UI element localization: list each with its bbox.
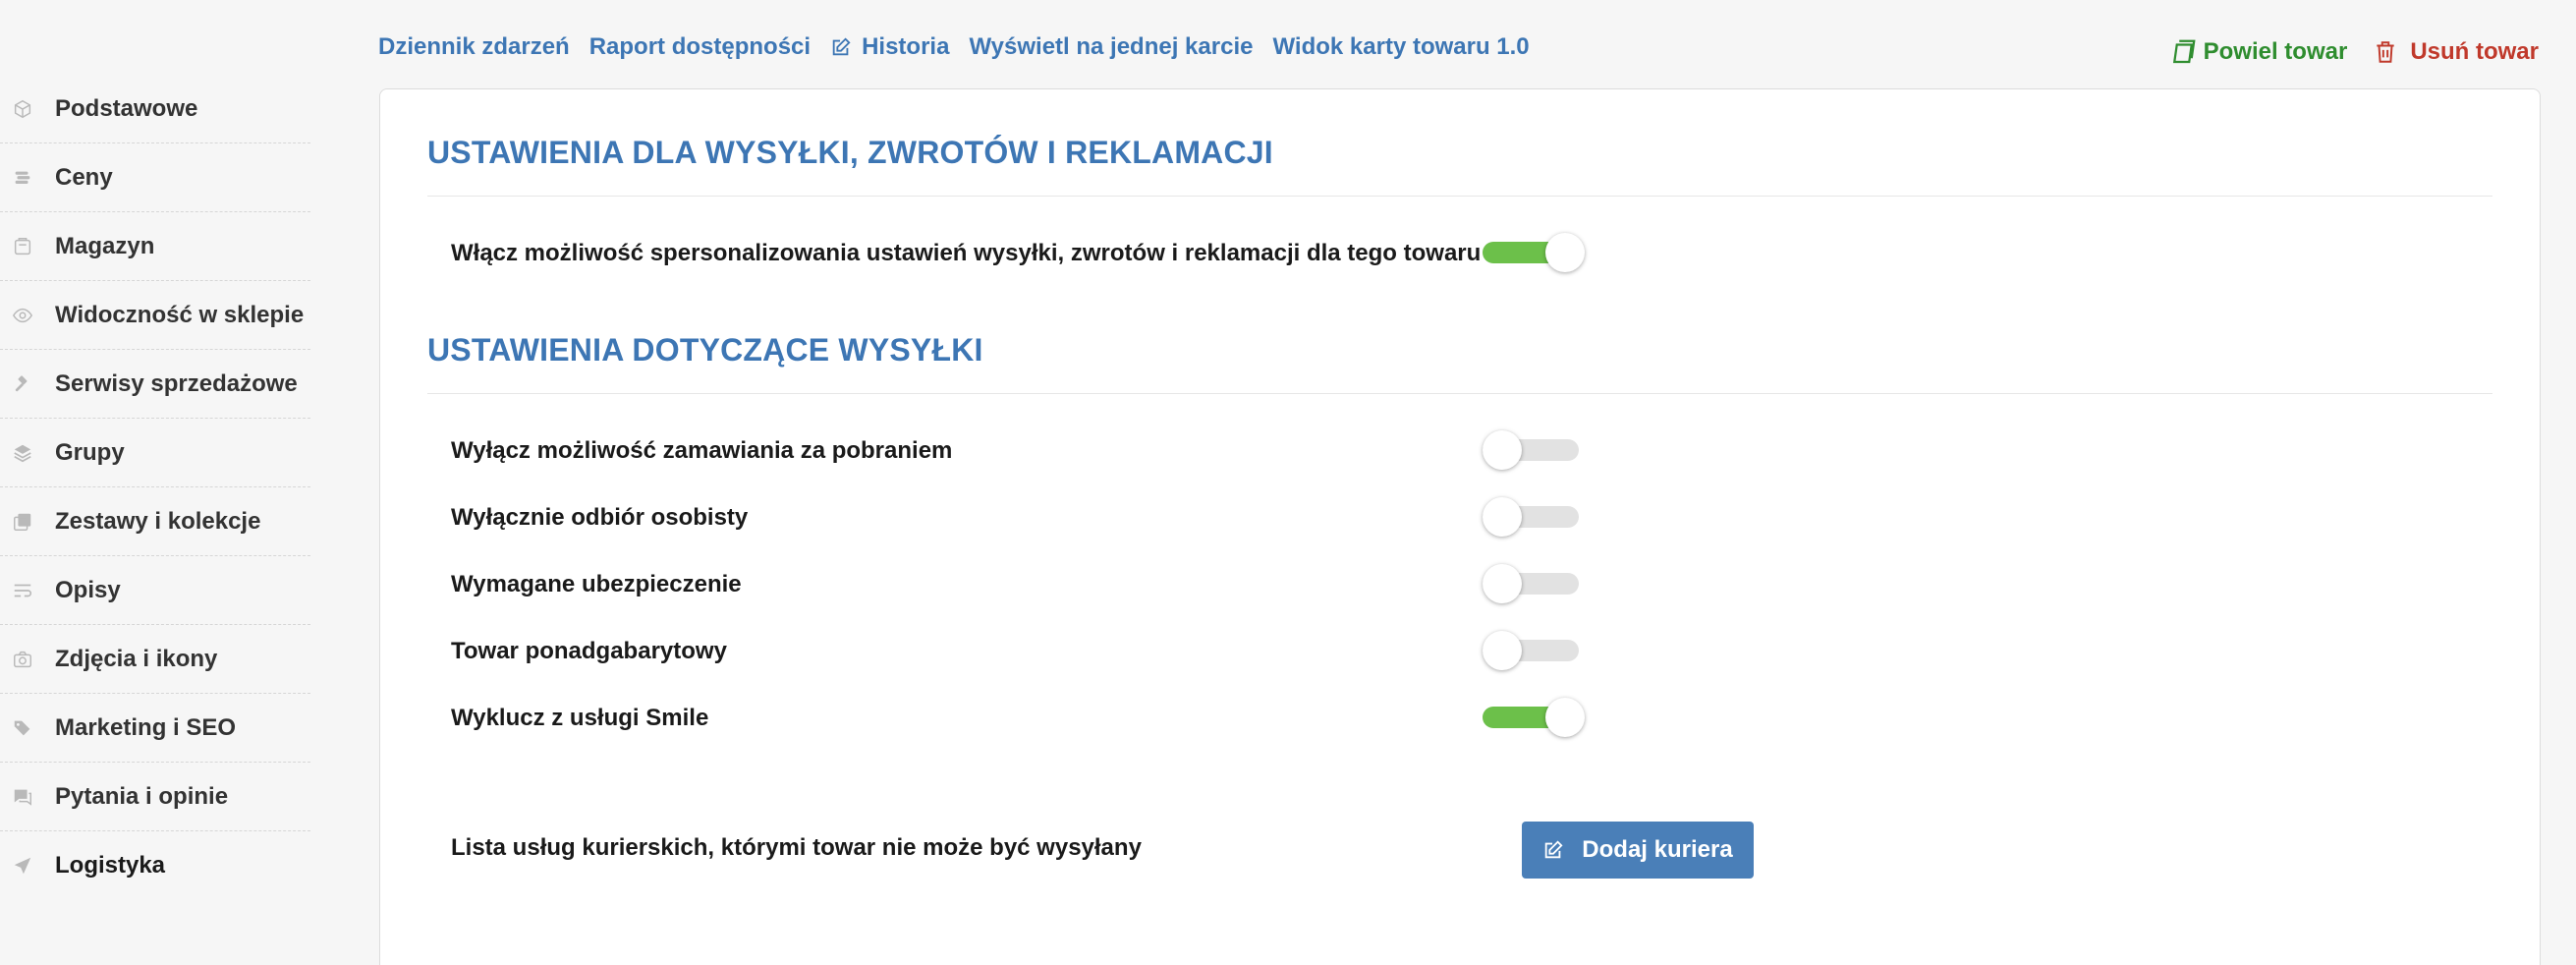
availability-report-link[interactable]: Raport dostępności [589, 33, 811, 61]
warehouse-icon [0, 236, 55, 257]
top-links: Dziennik zdarzeń Raport dostępności Hist… [378, 33, 1530, 61]
exclude-smile-label: Wyklucz z usługi Smile [451, 705, 709, 731]
eye-icon [0, 305, 55, 326]
oversized-product-label: Towar ponadgabarytowy [451, 638, 727, 664]
add-courier-button[interactable]: Dodaj kuriera [1522, 822, 1754, 879]
sidebar-item-marketing[interactable]: Marketing i SEO [0, 694, 310, 763]
logistics-panel: USTAWIENIA DLA WYSYŁKI, ZWROTÓW I REKLAM… [379, 88, 2541, 965]
sidebar-item-label: Zestawy i kolekcje [55, 507, 261, 535]
sidebar-item-label: Widoczność w sklepie [55, 301, 305, 328]
personalize-settings-toggle[interactable] [1483, 233, 1591, 272]
duplicate-product-label: Powiel towar [2203, 38, 2348, 65]
sidebar-item-label: Grupy [55, 438, 125, 466]
sidebar-item-label: Opisy [55, 576, 121, 603]
exclude-smile-toggle[interactable] [1483, 698, 1591, 737]
sidebar-item-label: Magazyn [55, 232, 155, 259]
box-icon [0, 98, 55, 120]
sidebar-item-widocznosc[interactable]: Widoczność w sklepie [0, 281, 310, 350]
history-link[interactable]: Historia [830, 33, 949, 61]
sidebar-item-label: Ceny [55, 163, 113, 191]
insurance-required-toggle[interactable] [1483, 564, 1591, 603]
sidebar-item-ceny[interactable]: Ceny [0, 143, 310, 212]
product-actions: Powiel towar Usuń towar [2168, 37, 2539, 67]
coins-icon [0, 167, 55, 189]
sidebar-item-label: Logistyka [55, 852, 166, 879]
collection-icon [0, 511, 55, 533]
paper-plane-icon [0, 855, 55, 877]
disable-cod-label: Wyłącz możliwość zamawiania za pobraniem [451, 437, 953, 464]
history-link-label: Historia [862, 33, 950, 60]
personal-pickup-toggle[interactable] [1483, 497, 1591, 537]
comments-icon [0, 786, 55, 808]
camera-icon [0, 649, 55, 670]
text-wrap-icon [0, 580, 55, 601]
sidebar-item-label: Podstawowe [55, 94, 198, 122]
copy-icon [2172, 39, 2196, 64]
sidebar-item-label: Marketing i SEO [55, 713, 237, 741]
sidebar-item-magazyn[interactable]: Magazyn [0, 212, 310, 281]
sidebar-item-zdjecia[interactable]: Zdjęcia i ikony [0, 625, 310, 694]
edit-icon [1545, 840, 1563, 859]
sidebar-item-podstawowe[interactable]: Podstawowe [0, 75, 310, 143]
toggle-knob [1483, 631, 1522, 670]
sidebar-item-label: Serwisy sprzedażowe [55, 369, 298, 397]
sidebar-item-label: Zdjęcia i ikony [55, 645, 218, 672]
toggle-knob [1483, 564, 1522, 603]
sidebar-item-label: Pytania i opinie [55, 782, 229, 810]
sidebar-item-logistyka[interactable]: Logistyka [0, 831, 310, 900]
sidebar-item-opisy[interactable]: Opisy [0, 556, 310, 625]
add-courier-label: Dodaj kuriera [1582, 836, 1733, 863]
personalize-settings-label: Włącz możliwość spersonalizowania ustawi… [451, 240, 1482, 266]
oversized-product-toggle[interactable] [1483, 631, 1591, 670]
sidebar-item-zestawy[interactable]: Zestawy i kolekcje [0, 487, 310, 556]
tags-icon [0, 717, 55, 739]
delete-product-label: Usuń towar [2410, 38, 2539, 65]
sidebar-item-pytania[interactable]: Pytania i opinie [0, 763, 310, 831]
section-title-shipping: USTAWIENIA DOTYCZĄCE WYSYŁKI [427, 332, 983, 368]
single-card-link[interactable]: Wyświetl na jednej karcie [969, 33, 1253, 61]
edit-icon [832, 37, 851, 56]
layers-icon [0, 442, 55, 464]
section-title-shipping-returns: USTAWIENIA DLA WYSYŁKI, ZWROTÓW I REKLAM… [427, 135, 1273, 170]
section-divider [427, 196, 2492, 197]
toggle-knob [1545, 698, 1585, 737]
sidebar-item-serwisy[interactable]: Serwisy sprzedażowe [0, 350, 310, 419]
toggle-knob [1483, 430, 1522, 470]
duplicate-product-button[interactable]: Powiel towar [2168, 37, 2348, 67]
disable-cod-toggle[interactable] [1483, 430, 1591, 470]
toggle-knob [1545, 233, 1585, 272]
delete-product-button[interactable]: Usuń towar [2373, 38, 2539, 66]
toggle-knob [1483, 497, 1522, 537]
gavel-icon [0, 373, 55, 395]
section-divider [427, 393, 2492, 394]
card-view-link[interactable]: Widok karty towaru 1.0 [1272, 33, 1529, 61]
excluded-couriers-label: Lista usług kurierskich, którymi towar n… [451, 834, 1142, 861]
personal-pickup-label: Wyłącznie odbiór osobisty [451, 504, 749, 531]
sidebar-item-grupy[interactable]: Grupy [0, 419, 310, 487]
event-log-link[interactable]: Dziennik zdarzeń [378, 33, 570, 61]
insurance-required-label: Wymagane ubezpieczenie [451, 571, 742, 597]
trash-icon [2377, 41, 2394, 63]
sidebar: Podstawowe Ceny Magazyn Widoczność w skl… [0, 75, 310, 900]
